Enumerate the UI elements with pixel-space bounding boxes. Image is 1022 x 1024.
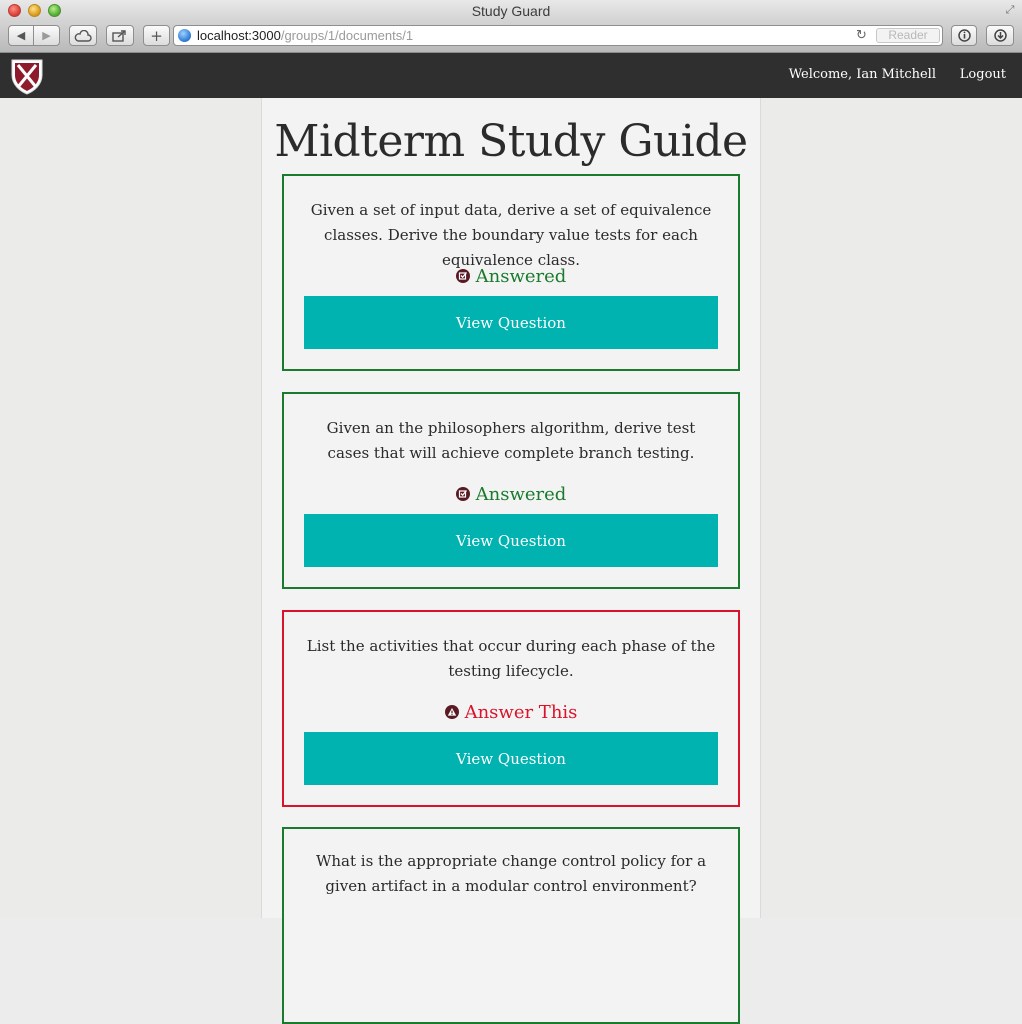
welcome-message: Welcome, Ian Mitchell [788,67,936,82]
question-text: What is the appropriate change control p… [315,852,707,895]
downloads-button[interactable] [986,25,1014,46]
forward-arrow-icon: ▶ [42,29,51,42]
status-label: Answered [475,484,567,505]
browser-toolbar: ◀ ▶ + localhost:3000/groups/1/documents/… [0,22,1022,53]
logout-link[interactable]: Logout [960,67,1006,82]
page-title: Midterm Study Guide [274,116,748,167]
question-card: Given a set of input data, derive a set … [282,174,740,371]
url-text: localhost:3000/groups/1/documents/1 [197,28,414,43]
address-bar[interactable]: localhost:3000/groups/1/documents/1 ↻ Re… [173,25,943,46]
view-question-button[interactable]: View Question [304,296,718,349]
status-label: Answered [475,266,567,287]
forward-button[interactable]: ▶ [33,25,60,46]
question-card: What is the appropriate change control p… [282,827,740,1024]
back-button[interactable]: ◀ [8,25,34,46]
info-button[interactable] [951,25,977,46]
back-arrow-icon: ◀ [16,29,26,42]
reader-button[interactable]: Reader [876,28,940,43]
checkbox-checked-icon [455,487,470,501]
main-column: Midterm Study Guide Given a set of input… [261,98,761,1024]
cloud-icon [74,29,92,42]
plus-icon: + [150,26,163,45]
shield-icon [11,59,43,95]
warning-icon [444,705,459,719]
new-tab-button[interactable]: + [143,25,170,46]
question-text: Given an the philosophers algorithm, der… [326,419,696,462]
app-header: Welcome, Ian Mitchell Logout [0,53,1022,98]
share-icon [112,30,126,42]
question-text: Given a set of input data, derive a set … [310,201,712,269]
view-question-button[interactable]: View Question [304,514,718,567]
fullscreen-icon[interactable]: ⤢ [1004,4,1016,16]
unanswered-status: Answer This [284,702,738,723]
answered-status: Answered [284,266,738,287]
checkbox-checked-icon [455,269,470,283]
window-title: Study Guard [471,3,551,19]
status-label: Answer This [464,702,578,723]
question-text: List the activities that occur during ea… [306,637,716,680]
globe-icon [178,29,191,42]
icloud-tabs-button[interactable] [69,25,97,46]
study-guard-logo[interactable] [10,57,44,95]
question-card: List the activities that occur during ea… [282,610,740,807]
reload-icon[interactable]: ↻ [856,26,867,45]
info-icon [957,29,971,42]
view-question-button[interactable]: View Question [304,732,718,785]
window-titlebar: Study Guard ⤢ [0,0,1022,22]
share-button[interactable] [106,25,134,46]
download-icon [993,29,1007,42]
question-card: Given an the philosophers algorithm, der… [282,392,740,589]
answered-status: Answered [284,484,738,505]
